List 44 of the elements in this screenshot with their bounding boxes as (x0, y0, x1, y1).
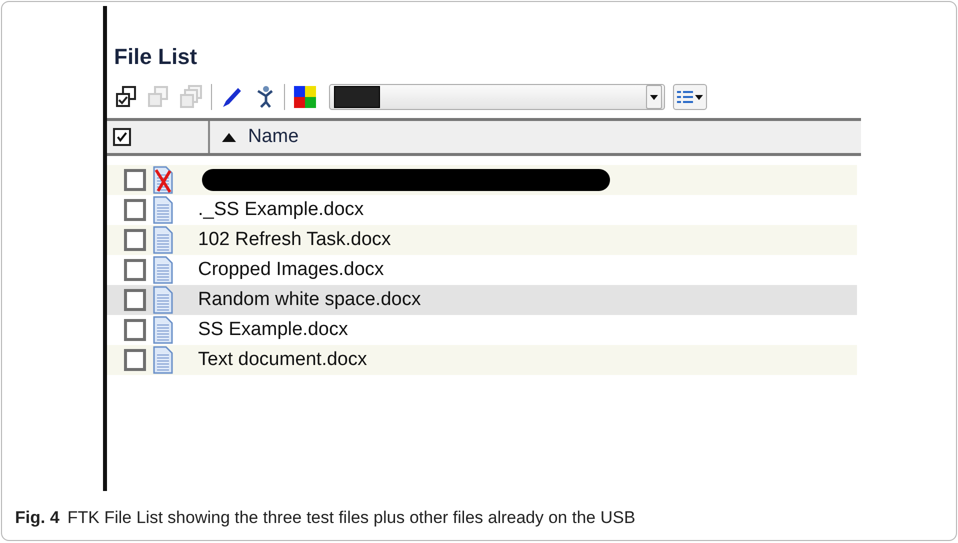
document-icon (151, 256, 175, 284)
select-all-checkbox[interactable] (113, 128, 131, 146)
document-icon (151, 316, 175, 344)
select-all-icon (115, 85, 139, 109)
file-name: Random white space.docx (198, 289, 421, 311)
row-checkbox[interactable] (124, 199, 146, 221)
list-view-icon (677, 91, 693, 103)
check-icon (117, 132, 127, 142)
sort-ascending-icon (222, 132, 236, 142)
pen-icon (220, 85, 244, 109)
file-row[interactable]: Text document.docx (107, 345, 857, 375)
file-row[interactable]: 102 Refresh Task.docx (107, 225, 857, 255)
document-icon (151, 346, 175, 374)
file-name: Cropped Images.docx (198, 259, 384, 281)
document-icon (151, 286, 175, 314)
column-header[interactable]: Name (248, 126, 299, 148)
document-icon (151, 196, 175, 224)
copy-icon (179, 85, 203, 109)
file-row[interactable] (107, 165, 857, 195)
dropdown-arrow-icon (695, 94, 703, 100)
color-swatch (334, 86, 380, 108)
row-checkbox[interactable] (124, 289, 146, 311)
row-checkbox[interactable] (124, 349, 146, 371)
toolbar-button[interactable] (220, 85, 244, 109)
toolbar-button[interactable] (115, 85, 139, 109)
file-row[interactable]: Random white space.docx (107, 285, 857, 315)
file-name: 102 Refresh Task.docx (198, 229, 391, 251)
row-checkbox[interactable] (124, 259, 146, 281)
file-name: ._SS Example.docx (198, 199, 364, 221)
row-checkbox[interactable] (124, 319, 146, 341)
file-name: Text document.docx (198, 349, 367, 371)
view-options-button[interactable] (673, 84, 707, 110)
deleted-file-icon (151, 166, 175, 194)
toolbar-button[interactable] (293, 85, 317, 109)
row-checkbox[interactable] (124, 169, 146, 191)
copy-icon (147, 85, 171, 109)
document-icon (151, 226, 175, 254)
color-dropdown[interactable] (329, 84, 665, 110)
file-name: SS Example.docx (198, 319, 348, 341)
row-checkbox[interactable] (124, 229, 146, 251)
figure-caption: FTK File List showing the three test files plus other files already on the USB (67, 508, 636, 528)
figure-label: Fig. 4 (15, 508, 60, 528)
panel-title: File List (114, 44, 198, 71)
color-palette-icon (293, 85, 317, 109)
